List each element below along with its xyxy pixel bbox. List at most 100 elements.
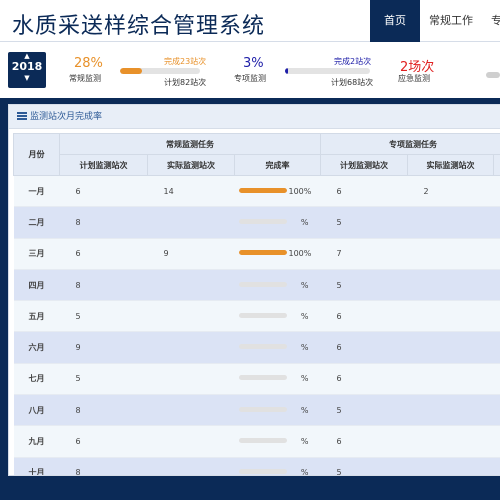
regular-actual-cell <box>147 425 235 458</box>
table-row: 五月 5% 6 <box>13 300 500 333</box>
regular-rate-bar <box>238 281 287 287</box>
regular-rate-cell: 100% <box>234 175 321 208</box>
regular-rate-bar <box>238 406 287 412</box>
regular-actual-cell <box>147 394 235 427</box>
regular-rate-bar <box>238 187 287 193</box>
regular-rate-bar <box>238 250 287 256</box>
month-cell: 五月 <box>13 300 60 333</box>
regular-plan-cell: 5 <box>59 363 148 396</box>
regular-rate-value: % <box>300 343 309 353</box>
regular-rate-value: % <box>300 405 309 415</box>
regular-rate-cell: % <box>234 331 321 364</box>
nav-item-home[interactable]: 首页 <box>370 0 420 42</box>
regular-rate-cell: % <box>234 206 321 239</box>
regular-plan-cell: 6 <box>59 175 148 208</box>
regular-plan-cell: 8 <box>59 269 148 302</box>
regular-rate-cell: 100% <box>234 238 321 270</box>
special-actual-header: 实际监测站次 <box>407 154 495 176</box>
special-plan-cell: 6 <box>320 331 408 364</box>
special-rate-cell <box>493 300 500 333</box>
special-actual-cell <box>407 331 494 364</box>
special-rate-header <box>493 154 500 176</box>
regular-rate-cell: % <box>234 394 321 427</box>
regular-actual-cell: 9 <box>147 238 235 270</box>
stat-emergency-label: 应急监测 <box>398 74 430 83</box>
regular-actual-cell <box>147 269 235 302</box>
regular-plan-cell: 6 <box>59 238 148 270</box>
stat-special-label: 专项监测 <box>234 74 266 83</box>
regular-rate-value: % <box>300 217 309 227</box>
special-actual-cell <box>407 269 494 302</box>
special-plan-cell: 6 <box>320 425 408 458</box>
special-actual-cell <box>407 425 494 458</box>
regular-actual-cell: 14 <box>147 175 235 208</box>
regular-plan-cell: 8 <box>59 394 148 427</box>
nav-item-regular-work[interactable]: 常规工作 <box>420 0 482 42</box>
special-actual-cell <box>407 457 494 475</box>
special-plan-cell: 6 <box>320 175 408 208</box>
regular-rate-value: 100% <box>288 249 312 259</box>
table-row: 三月 6 9 100% 7 <box>13 238 500 270</box>
stat-special-percent: 3% <box>243 56 264 71</box>
month-cell: 九月 <box>13 425 60 458</box>
special-rate-cell <box>493 238 500 270</box>
regular-rate-cell: % <box>234 269 321 302</box>
month-cell: 八月 <box>13 394 60 427</box>
monthly-completion-panel: 监测站次月完成率 月份 常规监测任务 专项监测任务 计划监测站次 实际监测站次 … <box>8 104 500 476</box>
stat-regular-percent: 28% <box>74 56 103 71</box>
table-row: 一月 6 14 100% 6 2 <box>13 175 500 208</box>
stat-regular-progress-fill <box>120 68 143 74</box>
special-plan-cell: 5 <box>320 394 408 427</box>
special-actual-cell <box>407 363 494 396</box>
table-row: 十月 8% 5 <box>13 457 500 476</box>
table-row: 八月 8% 5 <box>13 394 500 427</box>
special-actual-cell: 2 <box>407 175 494 208</box>
regular-rate-bar <box>238 344 287 350</box>
special-plan-header: 计划监测站次 <box>320 154 409 176</box>
monthly-table-body: 一月 6 14 100% 6 2 二月 8% 5 三月 6 9 100% 7 四月 8% 5 五月 5% 6 六月 9% 6… <box>13 175 500 476</box>
stat-special-progress-fill <box>285 68 288 74</box>
top-nav: 首页 常规工作 专项工 <box>370 0 500 42</box>
chevron-up-icon[interactable]: ▲ <box>8 52 46 60</box>
regular-actual-cell <box>147 331 235 364</box>
table-row: 六月 9% 6 <box>13 331 500 364</box>
regular-rate-bar <box>238 218 287 224</box>
regular-actual-cell <box>147 457 235 475</box>
special-rate-cell <box>493 457 500 475</box>
regular-rate-bar <box>238 469 287 475</box>
special-actual-cell <box>407 206 494 239</box>
special-rate-cell <box>493 425 500 458</box>
regular-plan-header: 计划监测站次 <box>59 154 148 176</box>
summary-strip: ▲ 2018 ▼ 28% 常规监测 完成23站次 计划82站次 3% 专项监测 … <box>0 42 500 98</box>
table-row: 七月 5% 6 <box>13 363 500 396</box>
app-header: 水质采送样综合管理系统 首页 常规工作 专项工 <box>0 0 500 42</box>
regular-rate-value: % <box>300 468 309 476</box>
panel-header: 监测站次月完成率 <box>9 105 500 129</box>
special-rate-cell <box>493 206 500 239</box>
regular-rate-value: % <box>300 311 309 321</box>
special-rate-cell <box>493 331 500 364</box>
nav-item-special-work[interactable]: 专项工 <box>482 0 500 42</box>
special-rate-cell <box>493 394 500 427</box>
year-value: 2018 <box>11 60 43 73</box>
special-plan-cell: 6 <box>320 363 408 396</box>
regular-rate-cell: % <box>234 363 321 396</box>
special-plan-cell: 5 <box>320 457 408 475</box>
year-selector[interactable]: ▲ 2018 ▼ <box>8 52 46 88</box>
regular-rate-bar <box>238 438 287 444</box>
chevron-down-icon[interactable]: ▼ <box>8 74 46 82</box>
regular-rate-header: 完成率 <box>233 154 322 176</box>
special-actual-cell <box>407 300 494 333</box>
special-plan-cell: 5 <box>320 269 408 302</box>
regular-rate-cell: % <box>234 425 321 458</box>
special-task-header: 专项监测任务 <box>320 133 500 155</box>
regular-actual-cell <box>147 363 235 396</box>
regular-task-header: 常规监测任务 <box>58 133 322 155</box>
regular-plan-cell: 9 <box>59 331 148 364</box>
stat-regular-done: 完成23站次 <box>164 57 207 66</box>
monthly-table: 月份 常规监测任务 专项监测任务 计划监测站次 实际监测站次 完成率 计划监测站… <box>13 133 500 476</box>
regular-actual-cell <box>147 300 235 333</box>
stat-regular-label: 常规监测 <box>69 74 101 83</box>
table-row: 四月 8% 5 <box>13 269 500 302</box>
stat-special-progress <box>285 68 370 74</box>
